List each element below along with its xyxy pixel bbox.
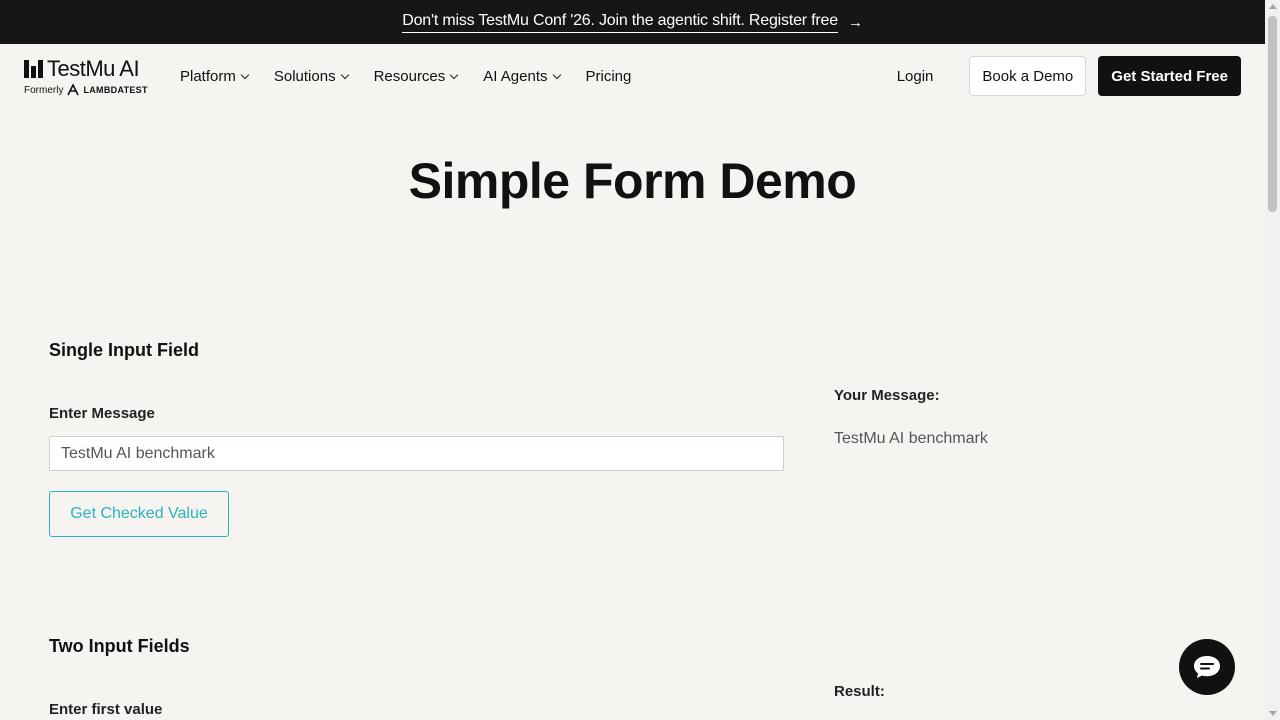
nav-actions: Login Book a Demo Get Started Free bbox=[897, 56, 1241, 96]
your-message-value: TestMu AI benchmark bbox=[834, 430, 988, 447]
nav-item-label: AI Agents bbox=[483, 67, 548, 85]
chevron-down-icon bbox=[552, 70, 561, 79]
login-link[interactable]: Login bbox=[897, 68, 958, 85]
promo-banner-link[interactable]: Don't miss TestMu Conf '26. Join the age… bbox=[402, 12, 863, 33]
logo-name: TestMu AI bbox=[47, 56, 140, 81]
chat-bubble-icon bbox=[1194, 656, 1220, 678]
two-input-section-title: Two Input Fields bbox=[49, 636, 190, 656]
enter-message-label: Enter Message bbox=[49, 405, 155, 422]
first-value-label: Enter first value bbox=[49, 701, 163, 718]
promo-banner-text[interactable]: Don't miss TestMu Conf '26. Join the age… bbox=[402, 12, 838, 33]
scroll-down-icon[interactable] bbox=[1269, 711, 1277, 716]
nav-item-solutions[interactable]: Solutions bbox=[273, 67, 349, 85]
nav-item-label: Pricing bbox=[585, 67, 632, 85]
lambdatest-icon bbox=[67, 84, 80, 96]
scroll-up-icon[interactable] bbox=[1269, 4, 1277, 9]
single-input-section-title: Single Input Field bbox=[49, 340, 199, 360]
your-message-label: Your Message: bbox=[834, 387, 940, 404]
testmu-logo-icon bbox=[24, 60, 43, 78]
logo[interactable]: TestMu AI Formerly LAMBDATEST bbox=[24, 56, 164, 96]
get-started-button[interactable]: Get Started Free bbox=[1098, 56, 1241, 96]
nav-item-label: Resources bbox=[373, 67, 446, 85]
arrow-right-icon: → bbox=[847, 13, 863, 31]
nav-item-label: Solutions bbox=[273, 67, 336, 85]
nav-item-resources[interactable]: Resources bbox=[373, 67, 459, 85]
nav-item-ai-agents[interactable]: AI Agents bbox=[483, 67, 561, 85]
chevron-down-icon bbox=[240, 70, 250, 79]
page-title: Simple Form Demo bbox=[408, 153, 857, 209]
logo-formerly: Formerly bbox=[24, 84, 64, 96]
nav-item-platform[interactable]: Platform bbox=[180, 67, 250, 85]
book-demo-button[interactable]: Book a Demo bbox=[969, 56, 1087, 96]
nav-item-pricing[interactable]: Pricing bbox=[586, 68, 632, 85]
message-input[interactable]: TestMu AI benchmark bbox=[49, 436, 784, 471]
nav-item-label: Platform bbox=[180, 67, 236, 85]
scrollbar-thumb[interactable] bbox=[1268, 16, 1277, 212]
result-label: Result: bbox=[834, 683, 885, 700]
main-menu: Platform Solutions Resources AI Agents P… bbox=[180, 68, 631, 85]
promo-banner: Don't miss TestMu Conf '26. Join the age… bbox=[0, 0, 1265, 44]
get-checked-value-button[interactable]: Get Checked Value bbox=[49, 491, 229, 537]
logo-former-brand: LAMBDATEST bbox=[83, 85, 148, 95]
chevron-down-icon bbox=[450, 70, 459, 79]
top-navigation: TestMu AI Formerly LAMBDATEST Platform S… bbox=[0, 44, 1265, 108]
chevron-down-icon bbox=[340, 70, 349, 79]
page-scrollbar[interactable] bbox=[1265, 0, 1280, 720]
chat-button[interactable] bbox=[1179, 639, 1235, 695]
